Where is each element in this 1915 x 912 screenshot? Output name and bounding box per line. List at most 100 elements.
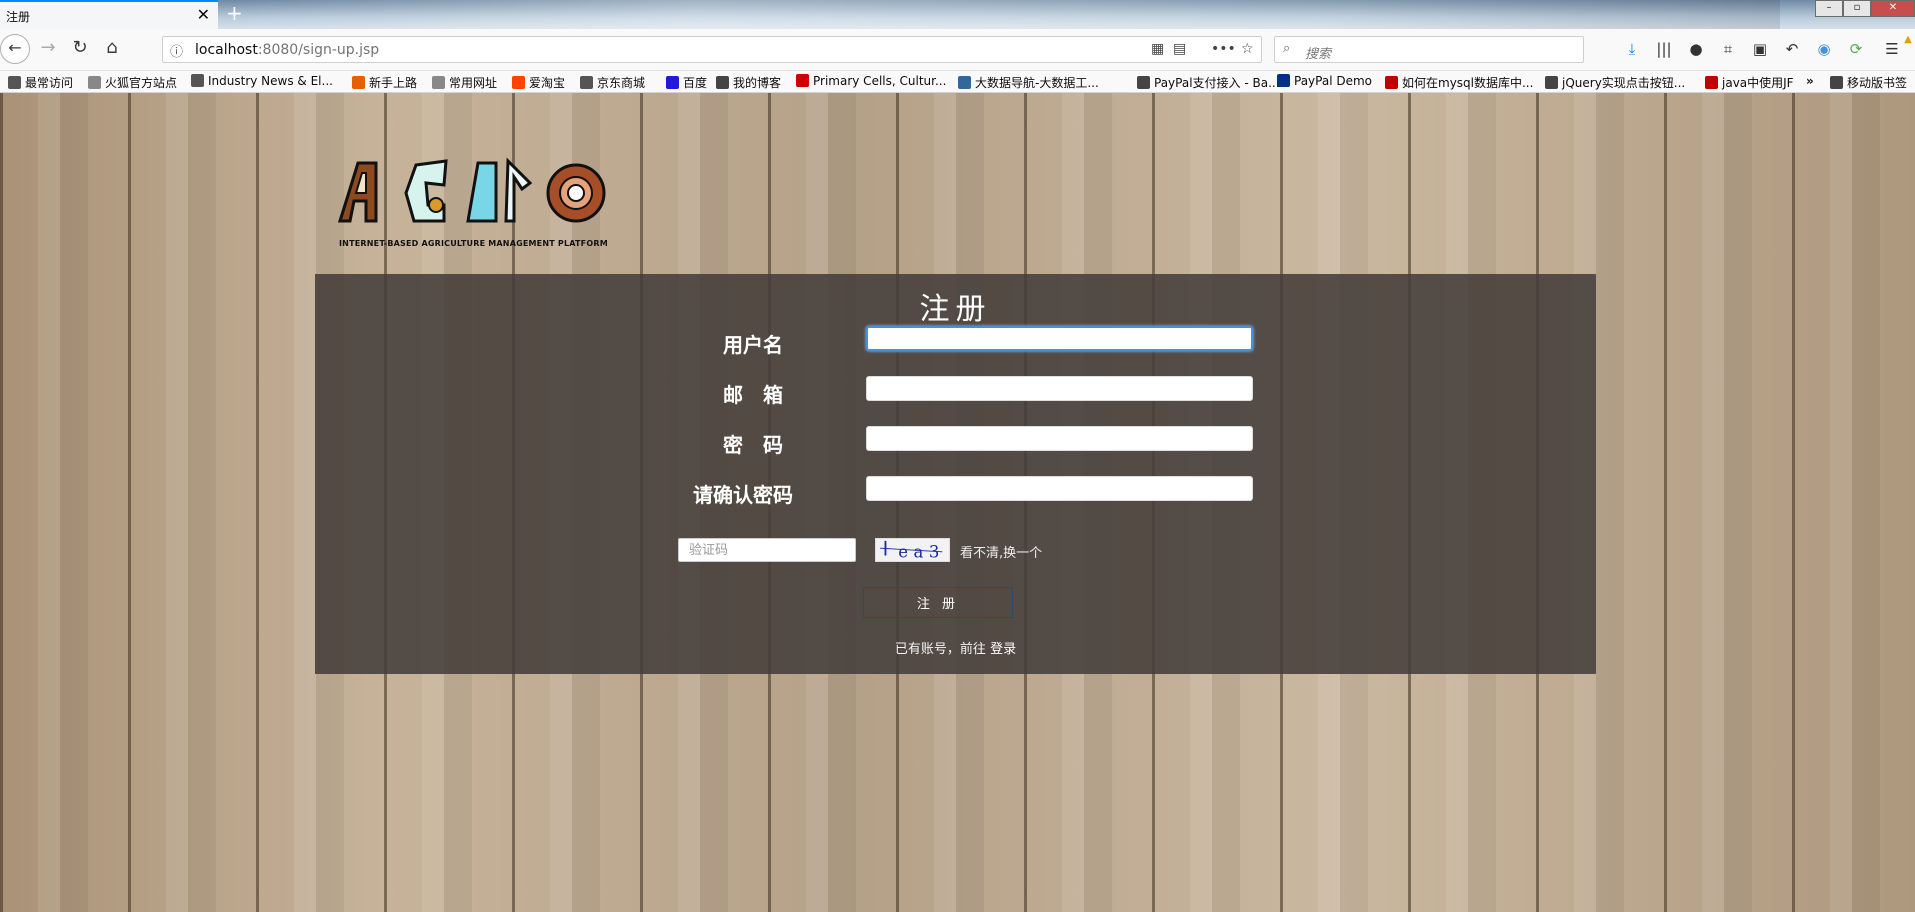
bookmark-item[interactable]: 常用网址 [432,74,497,91]
bookmarks-overflow-chevron-icon[interactable]: » [1806,74,1814,88]
address-bar[interactable]: ⓘ localhost:8080/sign-up.jsp ▦ ▤ ••• ☆ [162,36,1262,63]
new-tab-button[interactable]: + [226,1,243,25]
mobile-icon [1830,76,1843,89]
forward-button[interactable]: → [36,37,60,58]
captcha-input[interactable] [678,538,856,562]
bookmark-label: jQuery实现点击按钮... [1562,76,1686,90]
bookmark-item[interactable]: Industry News & El... [191,74,333,88]
folder-icon [88,76,101,89]
bookmarks-toolbar: 最常访问 火狐官方站点 Industry News & El... 新手上路 常用网址 爱… [0,71,1915,93]
bookmark-item[interactable]: 爱淘宝 [512,74,565,91]
bookmark-label: 大数据导航-大数据工... [975,76,1099,90]
tab-title: 注册 [6,10,31,24]
bookmark-item[interactable]: 京东商城 [580,74,645,91]
captcha-text: ea3 [898,542,945,561]
qr-code-icon[interactable]: ▦ [1151,41,1164,57]
bookmark-label: PayPal支付接入 - Ba... [1154,76,1280,90]
back-button[interactable]: ← [0,34,30,64]
globe-icon[interactable]: ◉ [1814,40,1834,58]
bookmark-label: 移动版书签 [1847,76,1908,90]
captcha-refresh-link[interactable]: 看不清,换一个 [960,542,1042,561]
username-input[interactable] [866,326,1253,351]
chat-icon[interactable]: ● [1686,40,1706,58]
username-label: 用户名 [723,333,783,357]
reader-view-icon[interactable]: ▤ [1173,41,1186,57]
minimize-button[interactable]: – [1815,0,1843,17]
bookmark-item[interactable]: 新手上路 [352,74,417,91]
sync-icon[interactable]: ⟳ [1846,40,1866,58]
tab-active[interactable]: 注册 ✕ [0,0,218,29]
bookmark-item[interactable]: 我的博客 [716,74,781,91]
tab-close-icon[interactable]: ✕ [197,5,210,24]
search-box[interactable]: ⌕ 搜索 [1274,36,1584,63]
url-text[interactable]: localhost:8080/sign-up.jsp [195,42,379,58]
reload-button[interactable]: ↻ [68,37,92,58]
firefox-icon [352,76,365,89]
bookmark-label: Primary Cells, Cultur... [813,74,947,88]
captcha-image[interactable]: ea3 [875,538,950,562]
bookmark-label: 常用网址 [449,76,498,90]
bookmark-label: java中使用JF [1722,76,1794,90]
bookmark-label: Industry News & El... [208,74,333,88]
csdn-icon [1385,76,1398,89]
bookmark-item[interactable]: jQuery实现点击按钮... [1545,74,1685,91]
password-input[interactable] [866,426,1253,451]
login-prompt: 已有账号，前往 登录 [315,638,1596,657]
bookmark-item[interactable]: 如何在mysql数据库中... [1385,74,1533,91]
blog-icon [716,76,729,89]
acmo-logo [337,157,606,223]
bookmark-item[interactable]: 大数据导航-大数据工... [958,74,1099,91]
form-title: 注册 [919,292,992,327]
search-placeholder: 搜索 [1305,47,1332,62]
page-background: INTERNET-BASED AGRICULTURE MANAGEMENT PL… [0,93,1915,912]
gear-icon [8,76,21,89]
theme-background [230,0,1780,29]
bookmark-label: 最常访问 [25,76,74,90]
email-input[interactable] [866,376,1253,401]
bookmark-item[interactable]: PayPal支付接入 - Ba... [1137,74,1280,91]
library-icon[interactable]: ||| [1654,40,1674,58]
logo-subtitle: INTERNET-BASED AGRICULTURE MANAGEMENT PL… [339,239,608,248]
bookmark-label: 京东商城 [597,76,646,90]
bigdata-icon [958,76,971,89]
bookmark-label: 百度 [683,76,708,90]
taobao-icon [512,76,525,89]
download-icon[interactable]: ⤓ [1622,40,1642,58]
signup-button[interactable]: 注 册 [863,587,1013,618]
sidebar-icon[interactable]: ▣ [1750,40,1770,58]
confirm-password-input[interactable] [866,476,1253,501]
bookmark-label: 火狐官方站点 [105,76,178,90]
baidu-icon [666,76,679,89]
blog-icon [1545,76,1558,89]
bookmark-star-icon[interactable]: ☆ [1241,41,1254,57]
bookmark-item[interactable]: 移动版书签 [1830,74,1907,91]
confirm-password-label: 请确认密码 [693,483,793,507]
globe-icon [580,76,593,89]
email-label: 邮 箱 [723,383,783,407]
bookmark-label: 如何在mysql数据库中... [1402,76,1534,90]
bookmark-label: 我的博客 [733,76,782,90]
bookmark-item[interactable]: java中使用JF [1705,74,1794,91]
undo-icon[interactable]: ↶ [1782,40,1802,58]
password-label: 密 码 [723,433,783,457]
bookmark-item[interactable]: 最常访问 [8,74,73,91]
bookmark-item[interactable]: 百度 [666,74,707,91]
bookmark-item[interactable]: Primary Cells, Cultur... [796,74,946,88]
bookmark-item[interactable]: PayPal Demo [1277,74,1372,88]
tab-strip: 注册 ✕ + – ▫ ✕ [0,0,1915,29]
screenshot-icon[interactable]: ⌗ [1718,40,1738,58]
paypal-icon [1277,74,1290,87]
cells-icon [796,74,809,87]
home-button[interactable]: ⌂ [100,37,124,58]
url-host: localhost [195,42,258,58]
folder-icon [432,76,445,89]
window-close-button[interactable]: ✕ [1871,0,1915,17]
restore-button[interactable]: ▫ [1843,0,1871,17]
page-actions-icon[interactable]: ••• [1211,41,1236,57]
window-controls: – ▫ ✕ [1815,0,1915,17]
url-path: :8080/sign-up.jsp [257,42,380,58]
login-link[interactable]: 登录 [990,642,1016,657]
info-icon[interactable]: ⓘ [170,41,183,60]
bookmark-label: 新手上路 [369,76,418,90]
bookmark-item[interactable]: 火狐官方站点 [88,74,177,91]
